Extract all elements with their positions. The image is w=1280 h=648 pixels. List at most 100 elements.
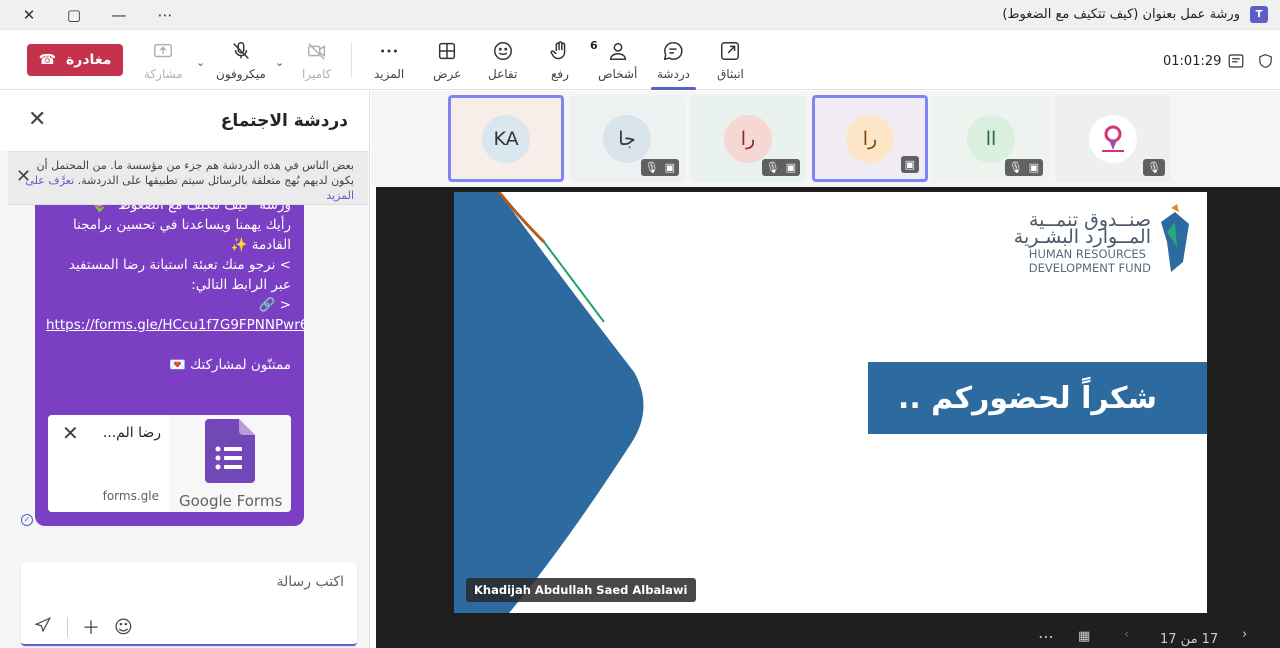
mic-off-icon: 🎙	[1147, 161, 1161, 174]
mic-off-icon: 🎙	[765, 161, 780, 174]
mic-off-icon: 🎙	[644, 161, 659, 174]
add-attachment-icon[interactable]: ＋	[82, 614, 100, 640]
tile-status-icons: ▣	[900, 156, 919, 173]
avatar: را	[846, 114, 894, 163]
people-button[interactable]: 6 أشخاص	[590, 39, 637, 81]
smiley-icon	[493, 42, 512, 60]
meeting-toolbar: ☎ مغادرة مشاركة ⌄ ميكروفون ⌄ كاميرا المز…	[0, 30, 1280, 90]
hand-icon	[550, 41, 566, 60]
tile-status-icons: 🎙	[1143, 159, 1165, 176]
microphone-muted-icon	[233, 42, 249, 59]
people-count-badge: 6	[590, 39, 598, 52]
video-off-icon: ▣	[904, 158, 915, 171]
avatar: KA	[482, 114, 530, 163]
react-button[interactable]: تفاعل	[488, 40, 517, 81]
more-button[interactable]: المزيد	[374, 40, 404, 81]
participant-tile[interactable]: جا 🎙 ▣	[569, 95, 685, 182]
participant-tile[interactable]: را ▣	[812, 95, 928, 182]
shield-icon[interactable]	[1257, 52, 1274, 70]
presentation-slide: صنــدوق تنمــية المــوارد البشـرية HUMAN…	[454, 192, 1207, 613]
participant-tile[interactable]: 🎙	[1055, 95, 1171, 182]
tile-status-icons: 🎙 ▣	[1004, 159, 1043, 176]
camera-off-icon	[307, 43, 325, 60]
notice-text: بعض الناس في هذه الدردشة هم جزء من مؤسسة…	[25, 159, 354, 202]
send-icon[interactable]	[33, 616, 53, 639]
shared-content-stage: صنــدوق تنمــية المــوارد البشـرية HUMAN…	[376, 187, 1280, 648]
previous-slide-icon[interactable]: ‹	[1124, 627, 1129, 642]
organization-logo	[1102, 125, 1124, 152]
toolbar-separator	[351, 42, 352, 78]
remove-preview-icon[interactable]: ✕	[62, 421, 79, 445]
chat-title: دردشة الاجتماع	[220, 111, 348, 131]
minimize-icon[interactable]: —	[108, 4, 130, 26]
leave-label: مغادرة	[66, 52, 112, 68]
message-body: ورشة "كيف تتكيف مع الضغوط" 🌷 رأيك يهمنا …	[46, 205, 304, 373]
meeting-timer: 01:01:29	[1163, 54, 1222, 69]
participant-strip: KA جا 🎙 ▣ را 🎙 ▣ را ▣ اا 🎙 ▣ 🎙	[371, 91, 1280, 187]
emoji-icon[interactable]: ☺	[114, 617, 133, 638]
participant-tile[interactable]: اا 🎙 ▣	[933, 95, 1049, 182]
compose-box[interactable]: اكتب رسالة ＋ ☺	[21, 562, 357, 646]
chat-icon	[664, 42, 684, 61]
view-button[interactable]: عرض	[433, 40, 461, 81]
participant-tile[interactable]: را 🎙 ▣	[690, 95, 806, 182]
close-chat-icon[interactable]: ✕	[28, 109, 46, 131]
ellipsis-icon	[381, 49, 397, 53]
google-forms-wordmark: Google Forms	[179, 492, 283, 510]
more-options-icon[interactable]: ⋯	[154, 4, 176, 26]
phone-hangup-icon: ☎	[38, 52, 57, 68]
compose-placeholder: اكتب رسالة	[276, 574, 344, 590]
chat-panel: ✕ دردشة الاجتماع ✕ بعض الناس في هذه الدر…	[0, 91, 370, 648]
avatar: را	[724, 114, 772, 163]
video-off-icon: ▣	[1028, 161, 1039, 174]
slide-banner: شكراً لحضوركم ..	[868, 362, 1207, 434]
hrdf-english-name: HUMAN RESOURCES DEVELOPMENT FUND	[1028, 247, 1151, 275]
presenter-name-tag: Khadijah Abdullah Saed Albalawi	[466, 578, 696, 602]
mic-options-chevron-icon[interactable]: ⌄	[196, 56, 205, 69]
card-domain: forms.gle	[102, 489, 159, 503]
chat-message: ورشة "كيف تتكيف مع الضغوط" 🌷 رأيك يهمنا …	[35, 205, 304, 526]
popout-button[interactable]: انبثاق	[717, 40, 744, 81]
compose-actions: ＋ ☺	[33, 614, 133, 640]
participant-tile[interactable]: KA	[448, 95, 564, 182]
window-title: ورشة عمل بعنوان (كيف تتكيف مع الضغوط)	[1002, 7, 1240, 22]
camera-options-chevron-icon[interactable]: ⌄	[275, 56, 284, 69]
google-forms-icon	[205, 419, 255, 483]
slide-navigation: ⋯ ▦ ‹ 17 من 17 ›	[376, 627, 1280, 648]
card-title: رضا الم...	[102, 425, 161, 441]
video-off-icon: ▣	[664, 161, 675, 174]
mic-off-icon: 🎙	[1008, 161, 1023, 174]
card-thumbnail: Google Forms	[169, 415, 291, 512]
slide-wave-decoration	[454, 192, 644, 613]
policy-notice: ✕ بعض الناس في هذه الدردشة هم جزء من مؤس…	[8, 151, 368, 205]
share-button[interactable]: مشاركة	[144, 40, 183, 81]
tile-status-icons: 🎙 ▣	[640, 159, 679, 176]
chat-header: ✕ دردشة الاجتماع	[0, 91, 369, 151]
share-icon	[154, 43, 173, 58]
next-slide-icon[interactable]: ›	[1242, 627, 1247, 642]
card-details: ✕ رضا الم... forms.gle	[48, 415, 169, 512]
teams-logo: T	[1250, 6, 1268, 23]
close-window-icon[interactable]: ✕	[18, 4, 40, 26]
hrdf-arabic-name: صنــدوق تنمــية المــوارد البشـرية	[1013, 209, 1151, 248]
slide-pager: 17 من 17	[1160, 632, 1219, 647]
notes-icon[interactable]	[1227, 52, 1245, 70]
maximize-icon[interactable]: ▢	[63, 4, 85, 26]
tile-status-icons: 🎙 ▣	[761, 159, 800, 176]
survey-link[interactable]: https://forms.gle/HCcu1f7G9FPNNPwr6	[46, 315, 304, 335]
leave-button[interactable]: ☎ مغادرة	[27, 44, 123, 76]
slide-grid-icon[interactable]: ▦	[1078, 629, 1090, 644]
chat-button[interactable]: دردشة	[651, 40, 696, 90]
grid-view-icon	[439, 42, 456, 60]
more-options-icon[interactable]: ⋯	[1038, 627, 1054, 646]
avatar: جا	[603, 114, 651, 163]
microphone-button[interactable]: ميكروفون	[216, 40, 266, 81]
link-preview-card[interactable]: Google Forms ✕ رضا الم... forms.gle	[48, 415, 291, 512]
people-icon	[609, 42, 626, 60]
hrdf-logo	[1161, 204, 1189, 272]
popout-icon	[721, 42, 740, 60]
organization-logo-avatar	[1089, 114, 1137, 163]
camera-button[interactable]: كاميرا	[302, 40, 331, 81]
read-receipt-icon: ✓	[21, 514, 33, 526]
raise-hand-button[interactable]: رفع	[549, 40, 571, 81]
